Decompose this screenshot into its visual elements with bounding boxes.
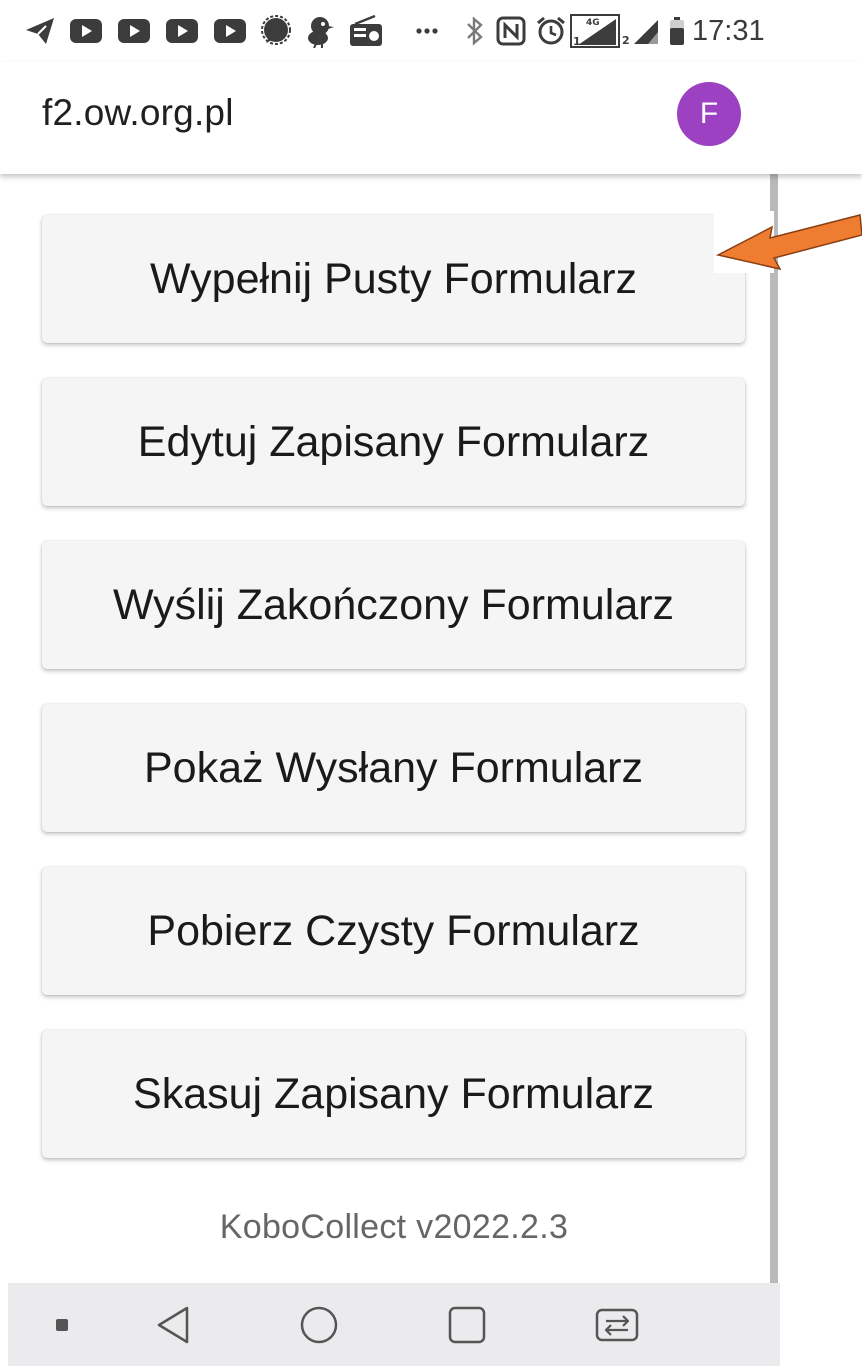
fill-blank-form-button[interactable]: Wypełnij Pusty Formularz bbox=[42, 215, 745, 343]
youtube-icon bbox=[68, 12, 104, 50]
delete-saved-form-label: Skasuj Zapisany Formularz bbox=[133, 1069, 654, 1118]
signal-4g-sim1-icon: 1 4G bbox=[570, 12, 620, 50]
nfc-icon bbox=[494, 12, 528, 50]
more-icon bbox=[412, 12, 442, 50]
youtube-icon bbox=[116, 12, 152, 50]
bird-icon bbox=[302, 12, 338, 50]
scroll-divider bbox=[770, 174, 778, 1283]
signal-icon bbox=[258, 12, 294, 50]
svg-text:2: 2 bbox=[622, 34, 630, 46]
status-bar: 1 4G 2 17:31 bbox=[0, 0, 862, 62]
get-blank-form-label: Pobierz Czysty Formularz bbox=[147, 906, 640, 955]
svg-text:1: 1 bbox=[573, 35, 581, 48]
send-finalized-form-button[interactable]: Wyślij Zakończony Formularz bbox=[42, 541, 745, 669]
youtube-icon bbox=[212, 12, 248, 50]
svg-text:4G: 4G bbox=[586, 18, 600, 28]
app-title: f2.ow.org.pl bbox=[42, 92, 234, 133]
app-bar: f2.ow.org.pl F bbox=[0, 62, 862, 174]
radio-icon bbox=[346, 12, 386, 50]
telegram-icon bbox=[22, 12, 58, 50]
edit-saved-form-label: Edytuj Zapisany Formularz bbox=[137, 417, 650, 466]
get-blank-form-button[interactable]: Pobierz Czysty Formularz bbox=[42, 867, 745, 995]
status-time: 17:31 bbox=[692, 15, 765, 47]
navigation-bar bbox=[8, 1283, 780, 1366]
view-sent-form-label: Pokaż Wysłany Formularz bbox=[143, 743, 643, 792]
bluetooth-icon bbox=[462, 12, 488, 50]
signal-sim2-icon: 2 bbox=[622, 12, 660, 50]
avatar[interactable]: F bbox=[677, 82, 741, 146]
youtube-icon bbox=[164, 12, 200, 50]
home-icon[interactable] bbox=[294, 1283, 344, 1366]
app-version: KoboCollect v2022.2.3 bbox=[219, 1208, 569, 1246]
fill-blank-form-label: Wypełnij Pusty Formularz bbox=[149, 254, 638, 303]
send-finalized-form-label: Wyślij Zakończony Formularz bbox=[112, 580, 675, 629]
avatar-letter: F bbox=[699, 97, 719, 130]
edit-saved-form-button[interactable]: Edytuj Zapisany Formularz bbox=[42, 378, 745, 506]
back-icon[interactable] bbox=[148, 1283, 198, 1366]
delete-saved-form-button[interactable]: Skasuj Zapisany Formularz bbox=[42, 1030, 745, 1158]
arrow-annotation bbox=[714, 211, 862, 273]
alarm-icon bbox=[534, 12, 568, 50]
recents-icon[interactable] bbox=[442, 1283, 492, 1366]
switch-app-icon[interactable] bbox=[590, 1283, 644, 1366]
battery-icon bbox=[666, 12, 688, 50]
menu-dot-icon[interactable] bbox=[44, 1283, 80, 1366]
view-sent-form-button[interactable]: Pokaż Wysłany Formularz bbox=[42, 704, 745, 832]
